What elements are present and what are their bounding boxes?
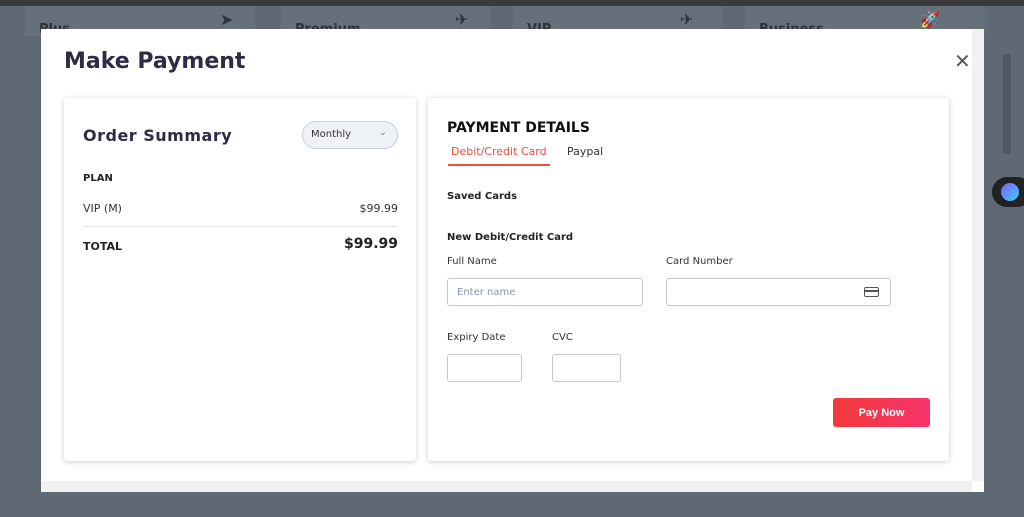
billing-value: Monthly [311, 129, 352, 140]
order-summary-title: Order Summary [83, 126, 233, 145]
payment-modal: Make Payment ✕ Order Summary Monthly ⌄ PL… [41, 29, 984, 492]
full-name-label: Full Name [447, 256, 497, 267]
payment-details-panel: PAYMENT DETAILS Debit/Credit Card Paypal… [428, 98, 949, 461]
rocket-icon: 🚀 [920, 10, 940, 29]
new-card-label: New Debit/Credit Card [447, 232, 574, 243]
billing-period-select[interactable]: Monthly ⌄ [302, 121, 398, 149]
full-name-input[interactable]: Enter name [447, 278, 643, 306]
order-summary-panel: Order Summary Monthly ⌄ PLAN VIP (M) $99.… [64, 98, 416, 461]
scrollbar-thumb[interactable] [1003, 54, 1011, 154]
paper-plane-icon: ➤ [220, 10, 234, 29]
close-icon[interactable]: ✕ [954, 49, 971, 73]
plane-icon: ✈ [455, 10, 469, 29]
pay-now-button[interactable]: Pay Now [833, 398, 930, 427]
saved-cards-label: Saved Cards [447, 191, 518, 202]
expiry-date-label: Expiry Date [447, 332, 506, 343]
card-number-label: Card Number [666, 256, 733, 267]
credit-card-icon [864, 287, 879, 297]
payment-details-title: PAYMENT DETAILS [447, 120, 590, 136]
bot-face-icon [1001, 183, 1019, 201]
tab-paypal[interactable]: Paypal [567, 145, 603, 158]
modal-vertical-scrollbar[interactable] [972, 29, 984, 481]
cvc-label: CVC [552, 332, 573, 343]
tab-debit-credit-card[interactable]: Debit/Credit Card [448, 145, 550, 166]
plan-name: VIP (M) [83, 202, 122, 215]
expiry-date-input[interactable] [447, 354, 522, 382]
total-value: $99.99 [343, 236, 398, 252]
chat-bot-widget[interactable] [992, 177, 1024, 207]
card-number-input[interactable] [666, 278, 891, 306]
page-scrollbar[interactable] [1000, 6, 1024, 517]
modal-horizontal-scrollbar[interactable] [41, 481, 972, 492]
cvc-input[interactable] [552, 354, 621, 382]
total-label: TOTAL [83, 240, 123, 253]
chevron-down-icon: ⌄ [378, 127, 387, 138]
modal-title: Make Payment [64, 49, 246, 74]
plan-label: PLAN [83, 173, 113, 184]
jet-icon: ✈ [680, 10, 694, 29]
divider [83, 226, 398, 227]
plan-price: $99.99 [359, 202, 399, 215]
